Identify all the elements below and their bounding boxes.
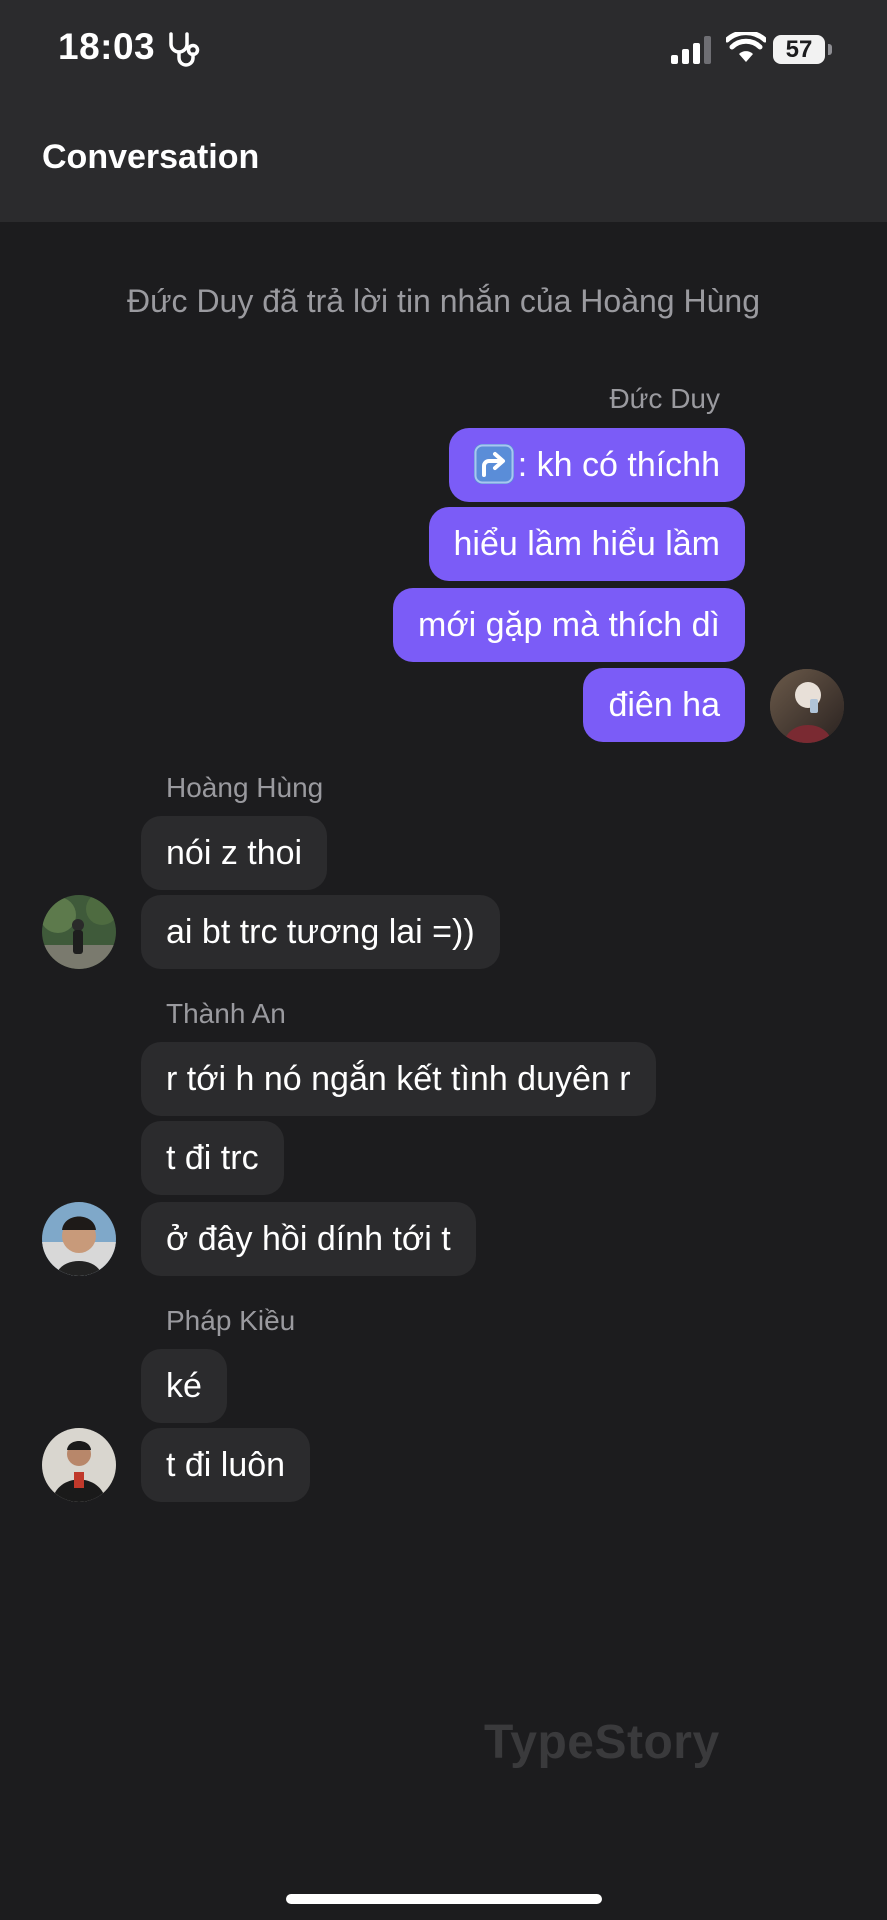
sender-name: Thành An — [166, 998, 286, 1029]
message-text: điên ha — [608, 686, 720, 724]
sender-name: Pháp Kiều — [166, 1305, 296, 1336]
message-text: t đi trc — [166, 1139, 259, 1177]
incoming-message-bubble[interactable]: t đi trc — [141, 1121, 284, 1195]
message-text: ở đây hồi dính tới t — [166, 1220, 451, 1258]
avatar[interactable] — [42, 1202, 116, 1276]
watermark-logo: TypeStory — [484, 1716, 720, 1769]
incoming-message-bubble[interactable]: t đi luôn — [141, 1428, 311, 1502]
avatar[interactable] — [770, 669, 844, 743]
avatar-photo-phap-kieu — [42, 1428, 116, 1502]
incoming-message-bubble[interactable]: nói z thoi — [141, 816, 328, 890]
incoming-message-bubble[interactable]: ở đây hồi dính tới t — [141, 1202, 476, 1276]
stethoscope-icon — [169, 32, 200, 67]
home-indicator — [286, 1894, 602, 1904]
sender-name: Đức Duy — [609, 383, 720, 414]
battery-tip — [828, 44, 832, 55]
avatar-photo-hoang-hung — [42, 895, 116, 969]
message-text: hiểu lầm hiểu lầm — [453, 525, 720, 563]
avatar-photo-thanh-an — [42, 1202, 116, 1276]
message-text: : kh có thíchh — [517, 446, 720, 484]
conversation-header: Conversation — [0, 100, 887, 222]
avatar-photo-duc-duy — [770, 669, 844, 743]
incoming-message-bubble[interactable]: ké — [141, 1349, 227, 1423]
message-text: mới gặp mà thích dì — [418, 606, 720, 644]
page-title: Conversation — [42, 138, 260, 176]
incoming-message-bubble[interactable]: ai bt trc tương lai =)) — [141, 895, 500, 969]
wifi-icon — [726, 32, 766, 62]
outgoing-message-bubble[interactable]: mới gặp mà thích dì — [393, 588, 745, 662]
sender-name: Hoàng Hùng — [166, 772, 324, 803]
outgoing-message-bubble[interactable]: điên ha — [583, 668, 745, 742]
message-text: t đi luôn — [166, 1446, 286, 1484]
outgoing-message-bubble[interactable]: : kh có thíchh — [448, 428, 745, 502]
message-text: r tới h nó ngắn kết tình duyên r — [166, 1060, 631, 1098]
message-text: nói z thoi — [166, 834, 303, 872]
avatar[interactable] — [42, 1428, 116, 1502]
message-text: ai bt trc tương lai =)) — [166, 913, 475, 951]
system-message: Đức Duy đã trả lời tin nhắn của Hoàng Hù… — [127, 283, 760, 319]
battery-indicator: 57 — [773, 35, 825, 64]
cellular-signal-icon — [671, 36, 711, 64]
reply-arrow-icon — [473, 444, 514, 485]
status-time: 18:03 — [58, 26, 156, 67]
status-bar: 18:03 57 — [0, 0, 887, 100]
incoming-message-bubble[interactable]: r tới h nó ngắn kết tình duyên r — [141, 1042, 656, 1116]
avatar[interactable] — [42, 895, 116, 969]
message-text: ké — [166, 1367, 202, 1405]
outgoing-message-bubble[interactable]: hiểu lầm hiểu lầm — [428, 507, 745, 581]
